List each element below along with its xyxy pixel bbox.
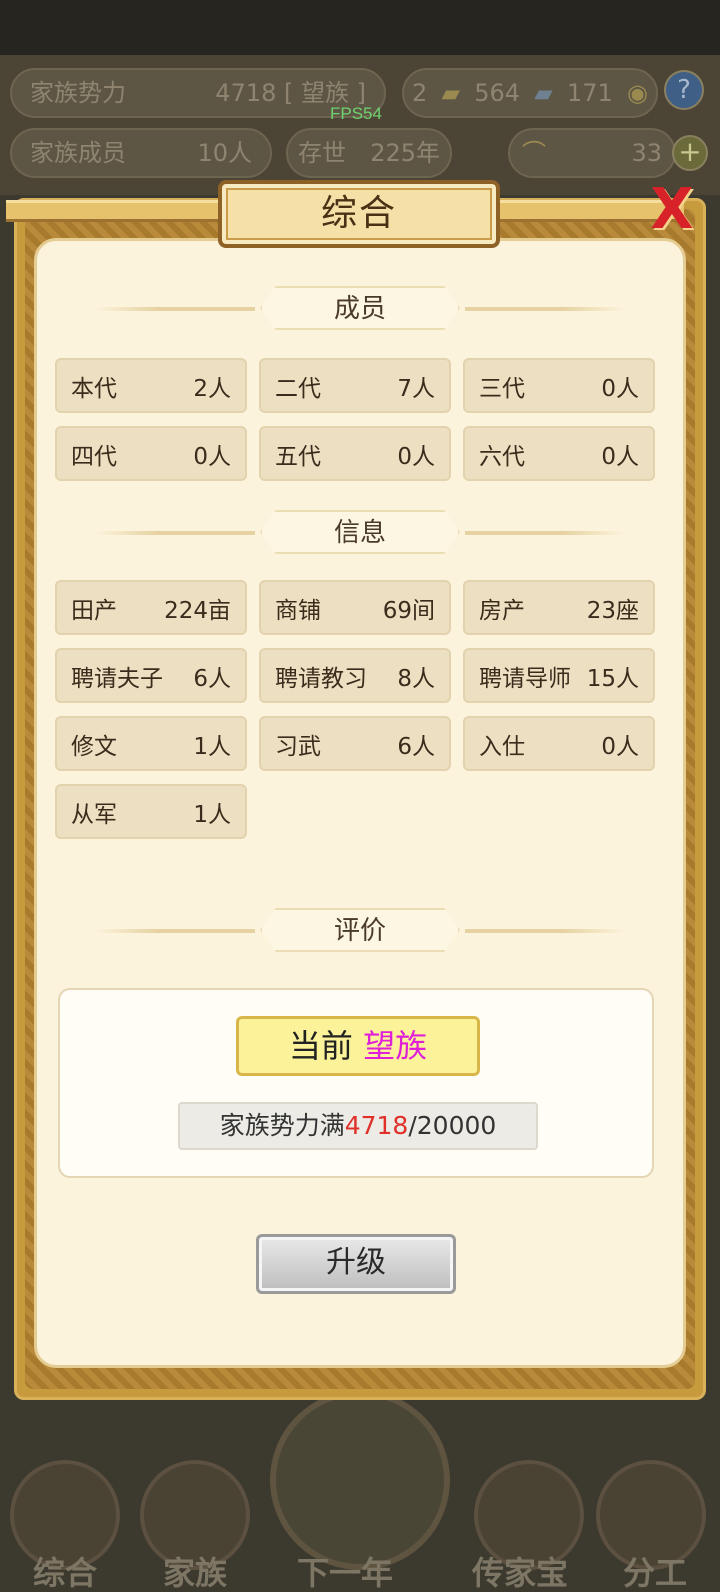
family-members-pill[interactable]: 家族成员 10人 [10, 128, 272, 178]
evaluation-box: 当前 望族 家族势力满4718/20000 [58, 988, 654, 1178]
section-title-info: 信息 [260, 510, 460, 554]
section-header-members: 成员 [95, 286, 625, 332]
section-header-info: 信息 [95, 510, 625, 556]
stat-value: 69间 [382, 597, 435, 624]
coin-icon: ◉ [627, 79, 648, 107]
fps-counter: FPS54 [330, 104, 382, 123]
section-divider-left [95, 531, 255, 535]
stat-military: 从军 1人 [55, 784, 247, 839]
stat-value: 6人 [397, 733, 435, 760]
stat-value: 23座 [586, 597, 639, 624]
ingot-pill[interactable]: ⌒ 33 [508, 128, 676, 178]
currency-pill[interactable]: 2 ▰ 564 ▰ 171 ◉ [402, 68, 658, 118]
stat-label: 四代 [71, 443, 117, 470]
stat-value: 224亩 [164, 597, 231, 624]
ingot-count: 33 [631, 139, 662, 167]
stat-value: 0人 [601, 375, 639, 402]
current-rank-label: 当前 [288, 1027, 353, 1065]
stat-generation-6: 六代 0人 [463, 426, 655, 481]
section-header-evaluation: 评价 [95, 908, 625, 954]
stat-hired-instructors: 聘请教习 8人 [259, 648, 451, 703]
stat-scholars: 修文 1人 [55, 716, 247, 771]
stat-label: 田产 [71, 597, 117, 624]
help-button[interactable]: ? [664, 70, 704, 110]
stat-generation-2: 二代 7人 [259, 358, 451, 413]
stat-value: 2人 [193, 375, 231, 402]
stat-generation-3: 三代 0人 [463, 358, 655, 413]
current-rank-badge: 当前 望族 [236, 1016, 480, 1076]
stat-farmland: 田产 224亩 [55, 580, 247, 635]
stat-label: 习武 [275, 733, 321, 760]
progress-max: /20000 [408, 1111, 497, 1140]
silver-ingot-icon: ▰ [534, 79, 553, 107]
years-label: 存世 [298, 139, 346, 167]
silver-count: 564 [474, 79, 521, 107]
dialog-title: 综合 [218, 180, 500, 248]
gold-count: 2 [412, 79, 428, 107]
years-value: 225年 [370, 139, 440, 167]
title-wing-left [6, 200, 226, 222]
ingot-icon: ⌒ [522, 139, 546, 167]
stat-value: 7人 [397, 375, 435, 402]
stat-label: 二代 [275, 375, 321, 402]
stat-label: 六代 [479, 443, 525, 470]
stat-hired-mentors: 聘请导师 15人 [463, 648, 655, 703]
current-rank-value: 望族 [363, 1027, 428, 1065]
progress-current: 4718 [344, 1111, 409, 1140]
status-bar-area [0, 0, 720, 55]
stat-hired-tutors: 聘请夫子 6人 [55, 648, 247, 703]
stat-value: 15人 [586, 665, 639, 692]
section-title-evaluation: 评价 [260, 908, 460, 952]
stat-property: 房产 23座 [463, 580, 655, 635]
progress-label: 家族势力满 [219, 1111, 345, 1140]
stat-label: 本代 [71, 375, 117, 402]
section-divider-left [95, 929, 255, 933]
gold-ingot-icon: ▰ [441, 79, 460, 107]
stat-value: 1人 [193, 801, 231, 828]
coin-count: 171 [566, 79, 613, 107]
family-members-value: 10人 [197, 139, 252, 167]
bottom-nav: 综合 家族 下一年 传家宝 分工 [0, 1420, 720, 1592]
stat-officials: 入仕 0人 [463, 716, 655, 771]
stat-shops: 商铺 69间 [259, 580, 451, 635]
stat-label: 修文 [71, 733, 117, 760]
nav-item-duties[interactable]: 分工 [590, 1548, 720, 1592]
section-title-members: 成员 [260, 286, 460, 330]
stat-value: 0人 [193, 443, 231, 470]
section-divider-right [465, 929, 625, 933]
stat-label: 房产 [479, 597, 525, 624]
stat-value: 0人 [601, 733, 639, 760]
stat-label: 聘请导师 [479, 665, 571, 692]
stat-value: 1人 [193, 733, 231, 760]
power-progress: 家族势力满4718/20000 [178, 1102, 538, 1150]
stat-value: 8人 [397, 665, 435, 692]
nav-item-next-year[interactable]: 下一年 [280, 1548, 410, 1592]
stat-generation-5: 五代 0人 [259, 426, 451, 481]
family-members-label: 家族成员 [30, 139, 126, 167]
stat-value: 6人 [193, 665, 231, 692]
nav-item-overview[interactable]: 综合 [0, 1548, 130, 1592]
stat-label: 商铺 [275, 597, 321, 624]
stat-label: 三代 [479, 375, 525, 402]
close-icon[interactable]: X [640, 180, 704, 244]
stat-generation-1: 本代 2人 [55, 358, 247, 413]
stat-value: 0人 [397, 443, 435, 470]
nav-item-heirloom[interactable]: 传家宝 [455, 1548, 585, 1592]
stat-label: 入仕 [479, 733, 525, 760]
years-pill: 存世 225年 [286, 128, 452, 178]
section-divider-right [465, 307, 625, 311]
add-ingot-button[interactable]: + [672, 135, 708, 171]
stat-label: 聘请夫子 [71, 665, 163, 692]
upgrade-button[interactable]: 升级 [256, 1234, 456, 1294]
stat-martial: 习武 6人 [259, 716, 451, 771]
stat-label: 聘请教习 [275, 665, 367, 692]
nav-item-family[interactable]: 家族 [130, 1548, 260, 1592]
section-divider-right [465, 531, 625, 535]
stat-value: 0人 [601, 443, 639, 470]
stat-label: 从军 [71, 801, 117, 828]
stat-generation-4: 四代 0人 [55, 426, 247, 481]
stat-label: 五代 [275, 443, 321, 470]
section-divider-left [95, 307, 255, 311]
family-power-label: 家族势力 [30, 79, 126, 107]
